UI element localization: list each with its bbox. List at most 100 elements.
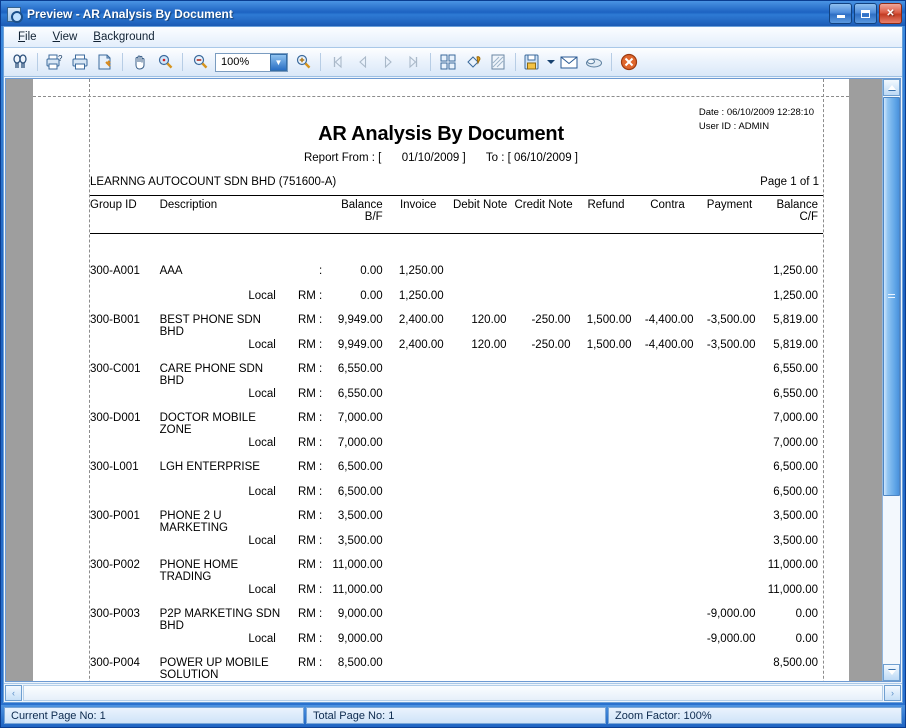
scroll-left-button[interactable]: ‹	[5, 685, 22, 701]
cell-invoice: 1,250.00	[388, 290, 449, 315]
cell-group-id	[90, 633, 160, 658]
cell-refund	[575, 682, 636, 683]
col-currency	[286, 197, 325, 231]
status-bar: Current Page No: 1 Total Page No: 1 Zoom…	[1, 705, 905, 727]
print-preview-icon[interactable]: ?	[43, 51, 67, 74]
cell-contra	[636, 559, 698, 584]
maximize-button[interactable]	[854, 3, 877, 24]
minimize-button[interactable]	[829, 3, 852, 24]
find-icon[interactable]	[8, 51, 32, 74]
table-row: LocalRM :6,500.006,500.00	[90, 486, 823, 511]
cell-balance-bf: 11,000.00	[325, 584, 387, 609]
cell-payment	[698, 437, 760, 462]
cell-contra	[636, 461, 698, 486]
publish-icon[interactable]	[582, 51, 606, 74]
cell-balance-cf: 7,000.00	[760, 437, 823, 462]
cell-debit-note: 120.00	[449, 339, 512, 364]
zoom-out-icon[interactable]	[188, 51, 212, 74]
cell-refund: 1,500.00	[575, 339, 636, 364]
cell-credit-note	[512, 682, 576, 683]
table-body: 300-A001AAA:0.001,250.001,250.00LocalRM …	[90, 231, 823, 682]
col-debit-note: Debit Note	[449, 197, 512, 231]
cell-group-id: 300-D001	[90, 412, 160, 437]
send-mail-icon[interactable]	[557, 51, 581, 74]
cell-invoice	[388, 584, 449, 609]
horizontal-scrollbar[interactable]: ‹ ›	[4, 683, 902, 702]
export-dropdown-icon[interactable]	[546, 51, 556, 74]
chevron-down-icon[interactable]: ▼	[270, 54, 287, 71]
hand-pan-icon[interactable]	[128, 51, 152, 74]
menu-file[interactable]: File	[10, 29, 45, 45]
status-zoom-factor: Zoom Factor: 100%	[608, 707, 902, 724]
cell-currency: RM :	[286, 339, 325, 364]
zoom-combobox[interactable]: 100% ▼	[215, 53, 288, 72]
col-payment: Payment	[698, 197, 760, 231]
watermark-icon[interactable]	[486, 51, 510, 74]
cell-credit-note: -250.00	[512, 314, 576, 339]
cell-currency: RM :	[286, 682, 325, 683]
menu-background[interactable]: Background	[85, 29, 162, 45]
cell-group-id: 300-L001	[90, 461, 160, 486]
cell-debit-note	[449, 535, 512, 560]
cell-invoice	[388, 388, 449, 413]
cell-currency: :	[286, 265, 325, 290]
range-to-close: ]	[575, 152, 578, 164]
title-bar: Preview - AR Analysis By Document ✕	[1, 1, 905, 26]
cell-payment	[698, 461, 760, 486]
cell-contra	[636, 388, 698, 413]
cell-credit-note	[512, 265, 576, 290]
table-row: LocalRM :9,949.002,400.00120.00-250.001,…	[90, 339, 823, 364]
color-fill-icon[interactable]	[461, 51, 485, 74]
multi-page-icon[interactable]	[436, 51, 460, 74]
cell-credit-note	[512, 412, 576, 437]
cell-description: Local	[160, 437, 286, 462]
cell-group-id	[90, 486, 160, 511]
export-save-icon[interactable]	[521, 51, 545, 74]
print-icon[interactable]	[68, 51, 92, 74]
cell-refund	[575, 412, 636, 437]
cell-invoice: 2,400.00	[388, 339, 449, 364]
cell-refund: 1,500.00	[575, 314, 636, 339]
range-from-value: 01/10/2009	[402, 152, 460, 164]
scroll-down-button[interactable]	[883, 664, 900, 681]
zoom-select-icon[interactable]	[153, 51, 177, 74]
menu-view[interactable]: View	[45, 29, 86, 45]
cell-invoice	[388, 412, 449, 437]
range-to-value: 06/10/2009	[514, 152, 572, 164]
col-credit-note: Credit Note	[512, 197, 576, 231]
toolbar-separator	[320, 53, 321, 71]
cell-invoice	[388, 535, 449, 560]
cell-contra	[636, 412, 698, 437]
close-preview-icon[interactable]	[617, 51, 641, 74]
vertical-scrollbar[interactable]	[882, 79, 900, 681]
cell-currency: RM :	[286, 486, 325, 511]
close-button[interactable]: ✕	[879, 3, 902, 24]
svg-text:?: ?	[58, 54, 63, 63]
cell-credit-note	[512, 510, 576, 535]
cell-currency: RM :	[286, 657, 325, 682]
horizontal-scroll-track[interactable]	[23, 685, 883, 701]
scroll-up-button[interactable]	[883, 79, 900, 96]
cell-invoice	[388, 437, 449, 462]
col-balance-cf-line1: Balance	[760, 199, 818, 211]
report-viewport[interactable]: Date : 06/10/2009 12:28:10 User ID : ADM…	[5, 78, 901, 682]
col-description: Description	[160, 197, 286, 231]
scroll-right-button[interactable]: ›	[884, 685, 901, 701]
zoom-in-icon[interactable]	[291, 51, 315, 74]
cell-balance-bf: 9,949.00	[325, 339, 387, 364]
cell-balance-bf: 6,550.00	[325, 363, 387, 388]
status-total-page: Total Page No: 1	[306, 707, 606, 724]
page-setup-icon[interactable]	[93, 51, 117, 74]
cell-invoice	[388, 486, 449, 511]
cell-invoice	[388, 682, 449, 683]
cell-payment: -3,500.00	[698, 339, 760, 364]
cell-balance-bf: 11,000.00	[325, 559, 387, 584]
cell-group-id	[90, 584, 160, 609]
cell-debit-note	[449, 510, 512, 535]
cell-currency: RM :	[286, 510, 325, 535]
vertical-scroll-thumb[interactable]	[883, 97, 900, 496]
cell-description: Local	[160, 633, 286, 658]
report-date-value: 06/10/2009 12:28:10	[727, 107, 814, 118]
page-indicator: Page 1 of 1	[760, 176, 819, 188]
menu-bar: File View Background	[4, 27, 902, 48]
